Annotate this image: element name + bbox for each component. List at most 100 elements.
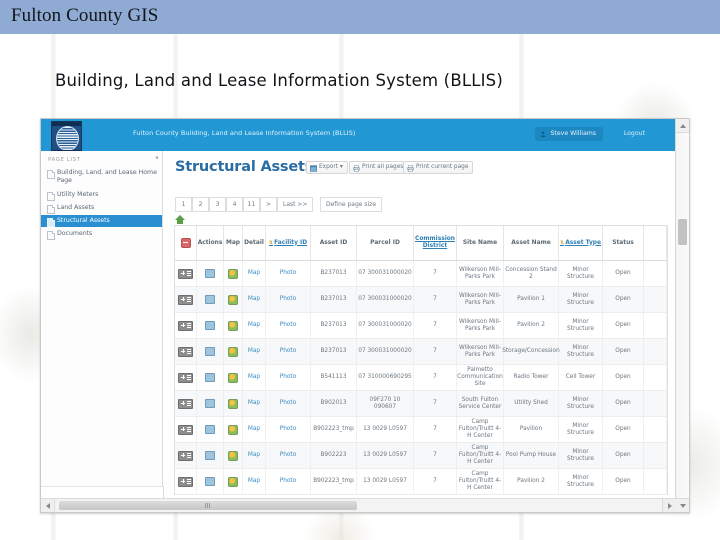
map-pin-icon[interactable]	[228, 450, 238, 461]
page-button-11[interactable]: 11	[243, 197, 260, 212]
table-row[interactable]: Map Photo B237013 07 300031000020 7 Wilkerson…	[175, 339, 667, 365]
action-icon[interactable]	[205, 477, 215, 486]
export-button[interactable]: Export ▾	[306, 161, 348, 174]
table-row[interactable]: Map Photo B902223_tmp 13 0029 L0597 7 Camp Fu…	[175, 469, 667, 495]
row-map-link[interactable]: Map	[243, 417, 266, 442]
collapse-all-icon[interactable]	[180, 238, 191, 248]
sidebar-item-documents[interactable]: Documents	[41, 228, 162, 240]
expand-icon[interactable]	[178, 398, 193, 409]
scroll-right-arrow-icon[interactable]	[662, 499, 676, 512]
expand-icon[interactable]	[178, 320, 193, 331]
row-map-link[interactable]: Map	[243, 287, 266, 312]
vertical-scrollbar-thumb[interactable]	[678, 219, 687, 245]
scroll-up-arrow-icon[interactable]	[676, 119, 689, 133]
row-expand-cell[interactable]	[175, 287, 197, 312]
row-expand-cell[interactable]	[175, 261, 197, 286]
horizontal-scrollbar[interactable]	[41, 498, 676, 512]
row-map-link[interactable]: Map	[243, 261, 266, 286]
action-icon[interactable]	[205, 399, 215, 408]
row-map-cell[interactable]	[224, 391, 243, 416]
column-header-commission-district[interactable]: Commission District	[414, 226, 457, 260]
row-map-cell[interactable]	[224, 365, 243, 390]
scroll-left-arrow-icon[interactable]	[41, 499, 55, 512]
map-pin-icon[interactable]	[228, 320, 238, 331]
action-icon[interactable]	[205, 425, 215, 434]
row-photo-link[interactable]: Photo	[266, 469, 311, 494]
row-photo-link[interactable]: Photo	[266, 365, 311, 390]
row-map-cell[interactable]	[224, 313, 243, 338]
row-expand-cell[interactable]	[175, 313, 197, 338]
row-map-link[interactable]: Map	[243, 469, 266, 494]
sidebar-item-home-page[interactable]: Building, Land, and Lease Home Page	[41, 167, 162, 187]
row-actions-cell[interactable]	[197, 443, 224, 468]
action-icon[interactable]	[205, 451, 215, 460]
row-map-cell[interactable]	[224, 443, 243, 468]
sidebar-item-utility-meters[interactable]: Utility Meters	[41, 189, 162, 201]
map-pin-icon[interactable]	[228, 268, 238, 279]
expand-icon[interactable]	[178, 346, 193, 357]
table-row[interactable]: Map Photo B237013 07 300031000020 7 Wilkerson…	[175, 313, 667, 339]
map-pin-icon[interactable]	[228, 346, 238, 357]
row-map-cell[interactable]	[224, 339, 243, 364]
map-pin-icon[interactable]	[228, 398, 238, 409]
table-row[interactable]: Map Photo B541113 07 310000690295 7 Palmetto …	[175, 365, 667, 391]
expand-icon[interactable]	[178, 476, 193, 487]
last-page-button[interactable]: Last >>	[277, 197, 314, 212]
column-header-facility-id[interactable]: ⇅ Facility ID	[266, 226, 311, 260]
row-photo-link[interactable]: Photo	[266, 261, 311, 286]
column-header-asset-type[interactable]: ⇅ Asset Type	[559, 226, 603, 260]
action-icon[interactable]	[205, 347, 215, 356]
row-photo-link[interactable]: Photo	[266, 443, 311, 468]
table-row[interactable]: Map Photo B902223 13 0029 L0597 7 Camp Fulton…	[175, 443, 667, 469]
print-all-pages-button[interactable]: Print all pages	[349, 161, 409, 174]
scroll-down-arrow-icon[interactable]	[676, 498, 689, 512]
sidebar-item-structural-assets[interactable]: Structural Assets	[41, 215, 162, 227]
page-button-4[interactable]: 4	[226, 197, 243, 212]
row-map-link[interactable]: Map	[243, 391, 266, 416]
map-pin-icon[interactable]	[228, 372, 238, 383]
map-pin-icon[interactable]	[228, 424, 238, 435]
expand-icon[interactable]	[178, 424, 193, 435]
action-icon[interactable]	[205, 269, 215, 278]
row-map-link[interactable]: Map	[243, 443, 266, 468]
row-expand-cell[interactable]	[175, 443, 197, 468]
table-row[interactable]: Map Photo B237013 07 300031000020 7 Wilkerson…	[175, 261, 667, 287]
row-actions-cell[interactable]	[197, 417, 224, 442]
action-icon[interactable]	[205, 373, 215, 382]
row-map-cell[interactable]	[224, 469, 243, 494]
expand-icon[interactable]	[178, 294, 193, 305]
row-expand-cell[interactable]	[175, 469, 197, 494]
table-row[interactable]: Map Photo B902013 09F270 10 090607 7 South Fu…	[175, 391, 667, 417]
vertical-scrollbar[interactable]	[675, 119, 689, 512]
logout-link[interactable]: Logout	[624, 130, 645, 137]
map-pin-icon[interactable]	[228, 476, 238, 487]
home-icon[interactable]	[175, 215, 185, 224]
page-button-2[interactable]: 2	[192, 197, 209, 212]
row-expand-cell[interactable]	[175, 417, 197, 442]
row-actions-cell[interactable]	[197, 261, 224, 286]
row-expand-cell[interactable]	[175, 365, 197, 390]
next-page-button[interactable]: >	[260, 197, 277, 212]
row-actions-cell[interactable]	[197, 469, 224, 494]
action-icon[interactable]	[205, 295, 215, 304]
row-map-link[interactable]: Map	[243, 313, 266, 338]
row-photo-link[interactable]: Photo	[266, 287, 311, 312]
chevron-left-icon[interactable]: ◂	[155, 154, 158, 161]
row-map-link[interactable]: Map	[243, 365, 266, 390]
row-actions-cell[interactable]	[197, 391, 224, 416]
user-menu-button[interactable]: Steve Williams	[534, 127, 603, 141]
row-actions-cell[interactable]	[197, 339, 224, 364]
row-expand-cell[interactable]	[175, 339, 197, 364]
map-pin-icon[interactable]	[228, 294, 238, 305]
print-current-page-button[interactable]: Print current page	[403, 161, 474, 174]
expand-icon[interactable]	[178, 268, 193, 279]
expand-icon[interactable]	[178, 450, 193, 461]
row-actions-cell[interactable]	[197, 313, 224, 338]
row-actions-cell[interactable]	[197, 287, 224, 312]
row-map-cell[interactable]	[224, 261, 243, 286]
row-actions-cell[interactable]	[197, 365, 224, 390]
table-row[interactable]: Map Photo B902223_tmp 13 0029 L0597 7 Camp Fu…	[175, 417, 667, 443]
row-photo-link[interactable]: Photo	[266, 391, 311, 416]
row-photo-link[interactable]: Photo	[266, 313, 311, 338]
row-photo-link[interactable]: Photo	[266, 339, 311, 364]
